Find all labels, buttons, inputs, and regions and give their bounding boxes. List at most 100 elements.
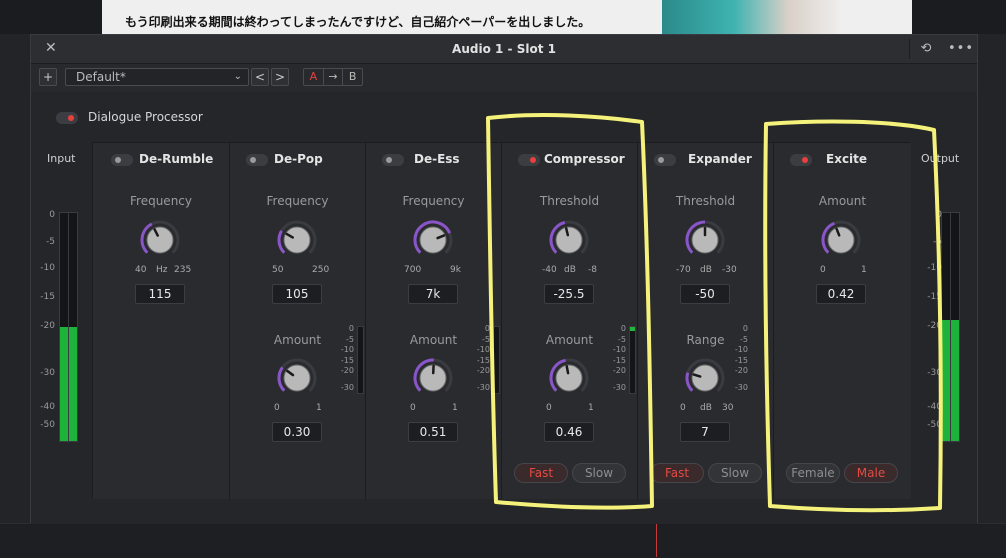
range-max: -30 xyxy=(722,265,737,275)
mini-scale-labels: 0-5-10-15-20-30 xyxy=(612,324,626,391)
de-ess-toggle[interactable] xyxy=(382,154,404,166)
add-button[interactable]: + xyxy=(39,68,57,86)
meter-scale-label: -10 xyxy=(924,263,942,273)
range-min: 40 xyxy=(135,265,146,275)
slow-button[interactable]: Slow xyxy=(572,463,626,483)
a-button[interactable]: A xyxy=(304,69,324,85)
mini-scale-label: -15 xyxy=(476,356,490,367)
amount-value[interactable]: 0.51 xyxy=(408,422,458,442)
meter-scale-label: 0 xyxy=(924,210,942,220)
copy-arrow-button[interactable]: → xyxy=(324,69,344,85)
range-max: 9k xyxy=(450,265,461,275)
threshold-knob[interactable] xyxy=(548,219,590,261)
mini-scale-label: -20 xyxy=(340,366,354,377)
window-title: Audio 1 - Slot 1 xyxy=(31,42,977,56)
excite-toggle[interactable] xyxy=(790,154,812,166)
meter-scale-label: -10 xyxy=(37,263,55,273)
output-meter-right xyxy=(950,212,960,442)
female-button[interactable]: Female xyxy=(786,463,840,483)
range-max: -8 xyxy=(588,265,597,275)
male-button[interactable]: Male xyxy=(844,463,898,483)
gain-reduction-meter xyxy=(357,326,364,394)
amount-knob[interactable] xyxy=(276,357,318,399)
param-label: Range xyxy=(638,333,773,347)
meter-scale-label: -20 xyxy=(924,321,942,331)
range-knob[interactable] xyxy=(684,357,726,399)
fast-button[interactable]: Fast xyxy=(650,463,704,483)
amount-value[interactable]: 0.46 xyxy=(544,422,594,442)
input-meter-level-right xyxy=(69,327,77,441)
slow-button[interactable]: Slow xyxy=(708,463,762,483)
knob-cap xyxy=(420,227,446,253)
preset-dropdown[interactable]: Default* ⌄ xyxy=(65,68,249,86)
mini-scale-label: -5 xyxy=(734,335,748,346)
meter-scale-label: -15 xyxy=(37,292,55,302)
output-label: Output xyxy=(921,152,959,165)
input-meter-right xyxy=(68,212,78,442)
amount-knob[interactable] xyxy=(412,357,454,399)
module-title: De-Rumble xyxy=(139,152,213,166)
frequency-knob[interactable] xyxy=(139,219,181,261)
range-max: 30 xyxy=(722,403,733,413)
module-expander: Expander Threshold -70 dB -30 -50 Range … xyxy=(638,143,774,499)
gain-reduction-meter xyxy=(629,326,636,394)
mini-scale-label: 0 xyxy=(612,324,626,335)
frequency-value[interactable]: 7k xyxy=(408,284,458,304)
mini-scale-label: -15 xyxy=(734,356,748,367)
threshold-value[interactable]: -50 xyxy=(680,284,730,304)
mini-scale-label: 0 xyxy=(476,324,490,335)
de-pop-toggle[interactable] xyxy=(246,154,268,166)
amount-knob[interactable] xyxy=(820,219,862,261)
b-button[interactable]: B xyxy=(343,69,362,85)
range-max: 235 xyxy=(174,265,191,275)
mini-scale-label: -15 xyxy=(340,356,354,367)
module-de-pop: De-Pop Frequency 50 250 105 Amount 0 1 0… xyxy=(230,143,366,499)
dialogue-processor-toggle[interactable] xyxy=(56,112,78,124)
history-icon[interactable]: ⟲ xyxy=(909,39,942,59)
frequency-knob[interactable] xyxy=(412,219,454,261)
fast-button[interactable]: Fast xyxy=(514,463,568,483)
range-max: 1 xyxy=(861,265,867,275)
frequency-value[interactable]: 115 xyxy=(135,284,185,304)
threshold-knob[interactable] xyxy=(684,219,726,261)
module-title: Compressor xyxy=(544,152,625,166)
amount-value[interactable]: 0.42 xyxy=(816,284,866,304)
mini-scale-label: 0 xyxy=(734,324,748,335)
amount-value[interactable]: 0.30 xyxy=(272,422,322,442)
mini-scale-label: -30 xyxy=(612,377,626,391)
meter-scale-label: -15 xyxy=(924,292,942,302)
meter-scale-label: -50 xyxy=(37,420,55,430)
de-rumble-toggle[interactable] xyxy=(111,154,133,166)
meter-scale-label: -30 xyxy=(37,368,55,378)
meter-scale-label: -40 xyxy=(37,402,55,412)
range-unit: dB xyxy=(700,403,712,413)
meter-scale-label: -5 xyxy=(37,237,55,247)
threshold-value[interactable]: -25.5 xyxy=(544,284,594,304)
module-excite: Excite Amount 0 1 0.42 Female Male xyxy=(774,143,911,499)
range-min: 50 xyxy=(272,265,283,275)
mini-scale-label: -5 xyxy=(340,335,354,346)
compressor-toggle[interactable] xyxy=(518,154,540,166)
input-label: Input xyxy=(47,152,75,165)
param-label: Amount xyxy=(774,194,911,208)
next-preset-button[interactable]: > xyxy=(271,68,289,86)
amount-knob[interactable] xyxy=(548,357,590,399)
param-label: Frequency xyxy=(230,194,365,208)
prev-preset-button[interactable]: < xyxy=(251,68,269,86)
range-value[interactable]: 7 xyxy=(680,422,730,442)
title-bar: ✕ Audio 1 - Slot 1 ⟲ ••• xyxy=(31,35,977,64)
timeline-area xyxy=(0,523,1006,558)
knob-cap xyxy=(147,227,173,253)
ab-compare: A → B xyxy=(303,68,363,86)
playhead[interactable] xyxy=(656,523,657,557)
frequency-value[interactable]: 105 xyxy=(272,284,322,304)
mini-scale-labels: 0-5-10-15-20-30 xyxy=(476,324,490,391)
meter-scale-label: -50 xyxy=(924,420,942,430)
knob-cap xyxy=(692,365,718,391)
expander-toggle[interactable] xyxy=(654,154,676,166)
range-unit: dB xyxy=(700,265,712,275)
gain-reduction-level xyxy=(630,327,635,331)
param-label: Frequency xyxy=(93,194,229,208)
frequency-knob[interactable] xyxy=(276,219,318,261)
more-icon[interactable]: ••• xyxy=(947,39,975,59)
